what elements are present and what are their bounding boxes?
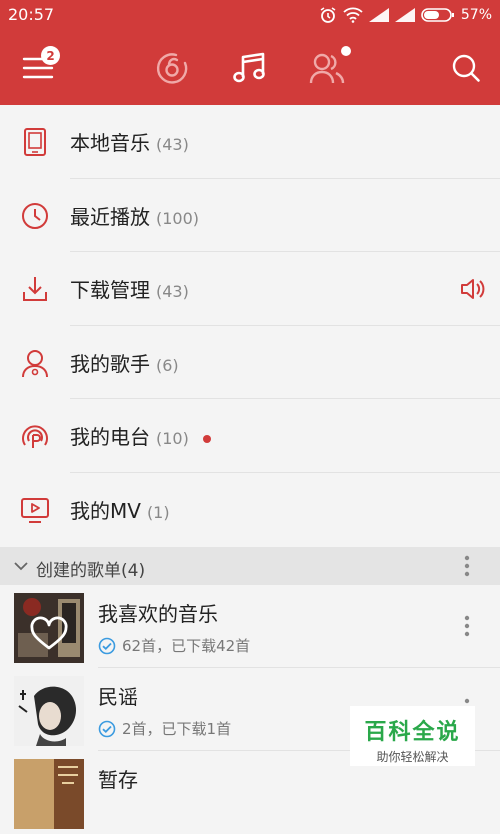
clock-icon bbox=[22, 202, 48, 229]
new-content-dot bbox=[202, 434, 211, 443]
menu-item-my-singers[interactable]: 我的歌手 (6) bbox=[0, 326, 500, 399]
menu-item-label: 最近播放 (100) bbox=[70, 204, 200, 229]
watermark-subtitle: 助你轻松解决 bbox=[376, 750, 449, 764]
wifi-icon bbox=[343, 7, 363, 23]
alarm-icon bbox=[320, 7, 336, 23]
playlist-name: 我喜欢的音乐 bbox=[98, 602, 218, 626]
menu-item-download-manager[interactable]: 下载管理 (43) bbox=[0, 252, 500, 326]
menu-item-label: 我的歌手 (6) bbox=[70, 351, 179, 376]
singer-icon bbox=[22, 349, 48, 377]
search-button[interactable] bbox=[446, 48, 486, 88]
signal-icon bbox=[368, 8, 389, 22]
app-bar: 2 bbox=[0, 30, 500, 105]
status-time: 20:57 bbox=[8, 5, 55, 24]
phone-icon bbox=[24, 128, 46, 156]
menu-item-local-music[interactable]: 本地音乐 (43) bbox=[0, 105, 500, 179]
playlist-cover bbox=[14, 759, 84, 829]
battery-level: 57% bbox=[460, 7, 492, 23]
status-icons: 57% bbox=[319, 6, 492, 24]
tab-my-music[interactable] bbox=[230, 48, 270, 88]
more-vertical-icon[interactable] bbox=[464, 615, 470, 637]
playlist-cover bbox=[14, 676, 84, 746]
playlist-item[interactable]: 我喜欢的音乐 62首，已下载42首 bbox=[0, 585, 500, 668]
menu-button[interactable]: 2 bbox=[18, 46, 60, 88]
music-note-icon bbox=[233, 52, 265, 83]
section-title: 创建的歌单(4) bbox=[36, 561, 146, 581]
menu-item-my-mv[interactable]: 我的MV (1) bbox=[0, 473, 500, 547]
search-icon bbox=[452, 54, 480, 82]
friends-notification-dot bbox=[341, 46, 351, 56]
my-music-menu: 本地音乐 (43) 最近播放 (100) 下载管理 (43) 我的歌手 (6) 我的电台… bbox=[0, 105, 500, 546]
playlist-name: 暂存 bbox=[98, 768, 138, 792]
playlist-meta: 62首，已下载42首 bbox=[98, 635, 250, 656]
playlist-cover bbox=[14, 593, 84, 663]
menu-item-label: 下载管理 (43) bbox=[70, 278, 189, 303]
tab-friends[interactable] bbox=[308, 46, 351, 88]
status-bar: 20:57 57% bbox=[0, 0, 500, 30]
menu-item-label: 我的电台 (10) bbox=[70, 421, 211, 450]
playlist-name: 民谣 bbox=[98, 685, 138, 709]
created-playlists-header[interactable]: 创建的歌单(4) bbox=[0, 547, 500, 585]
playlist-meta: 2首，已下载1首 bbox=[98, 718, 231, 739]
downloaded-check-icon bbox=[98, 720, 116, 737]
more-vertical-icon[interactable] bbox=[464, 555, 470, 577]
chevron-down-icon bbox=[14, 562, 28, 571]
music-disc-icon bbox=[156, 53, 188, 84]
tab-discover[interactable] bbox=[152, 48, 192, 88]
speaker-icon bbox=[461, 279, 485, 299]
menu-item-label: 我的MV (1) bbox=[70, 498, 170, 523]
downloaded-check-icon bbox=[98, 637, 116, 654]
radio-icon bbox=[22, 425, 48, 448]
menu-badge: 2 bbox=[41, 46, 60, 65]
menu-item-label: 本地音乐 (43) bbox=[70, 131, 189, 156]
video-icon bbox=[21, 497, 49, 523]
menu-item-recent-plays[interactable]: 最近播放 (100) bbox=[0, 179, 500, 252]
menu-item-my-radio[interactable]: 我的电台 (10) bbox=[0, 399, 500, 473]
download-icon bbox=[23, 277, 47, 301]
friends-icon bbox=[309, 53, 345, 84]
battery-icon bbox=[421, 8, 454, 22]
watermark-logo: 百科全说 助你轻松解决 bbox=[350, 706, 475, 766]
signal-icon bbox=[394, 8, 415, 22]
watermark-title: 百科全说 bbox=[364, 720, 461, 745]
